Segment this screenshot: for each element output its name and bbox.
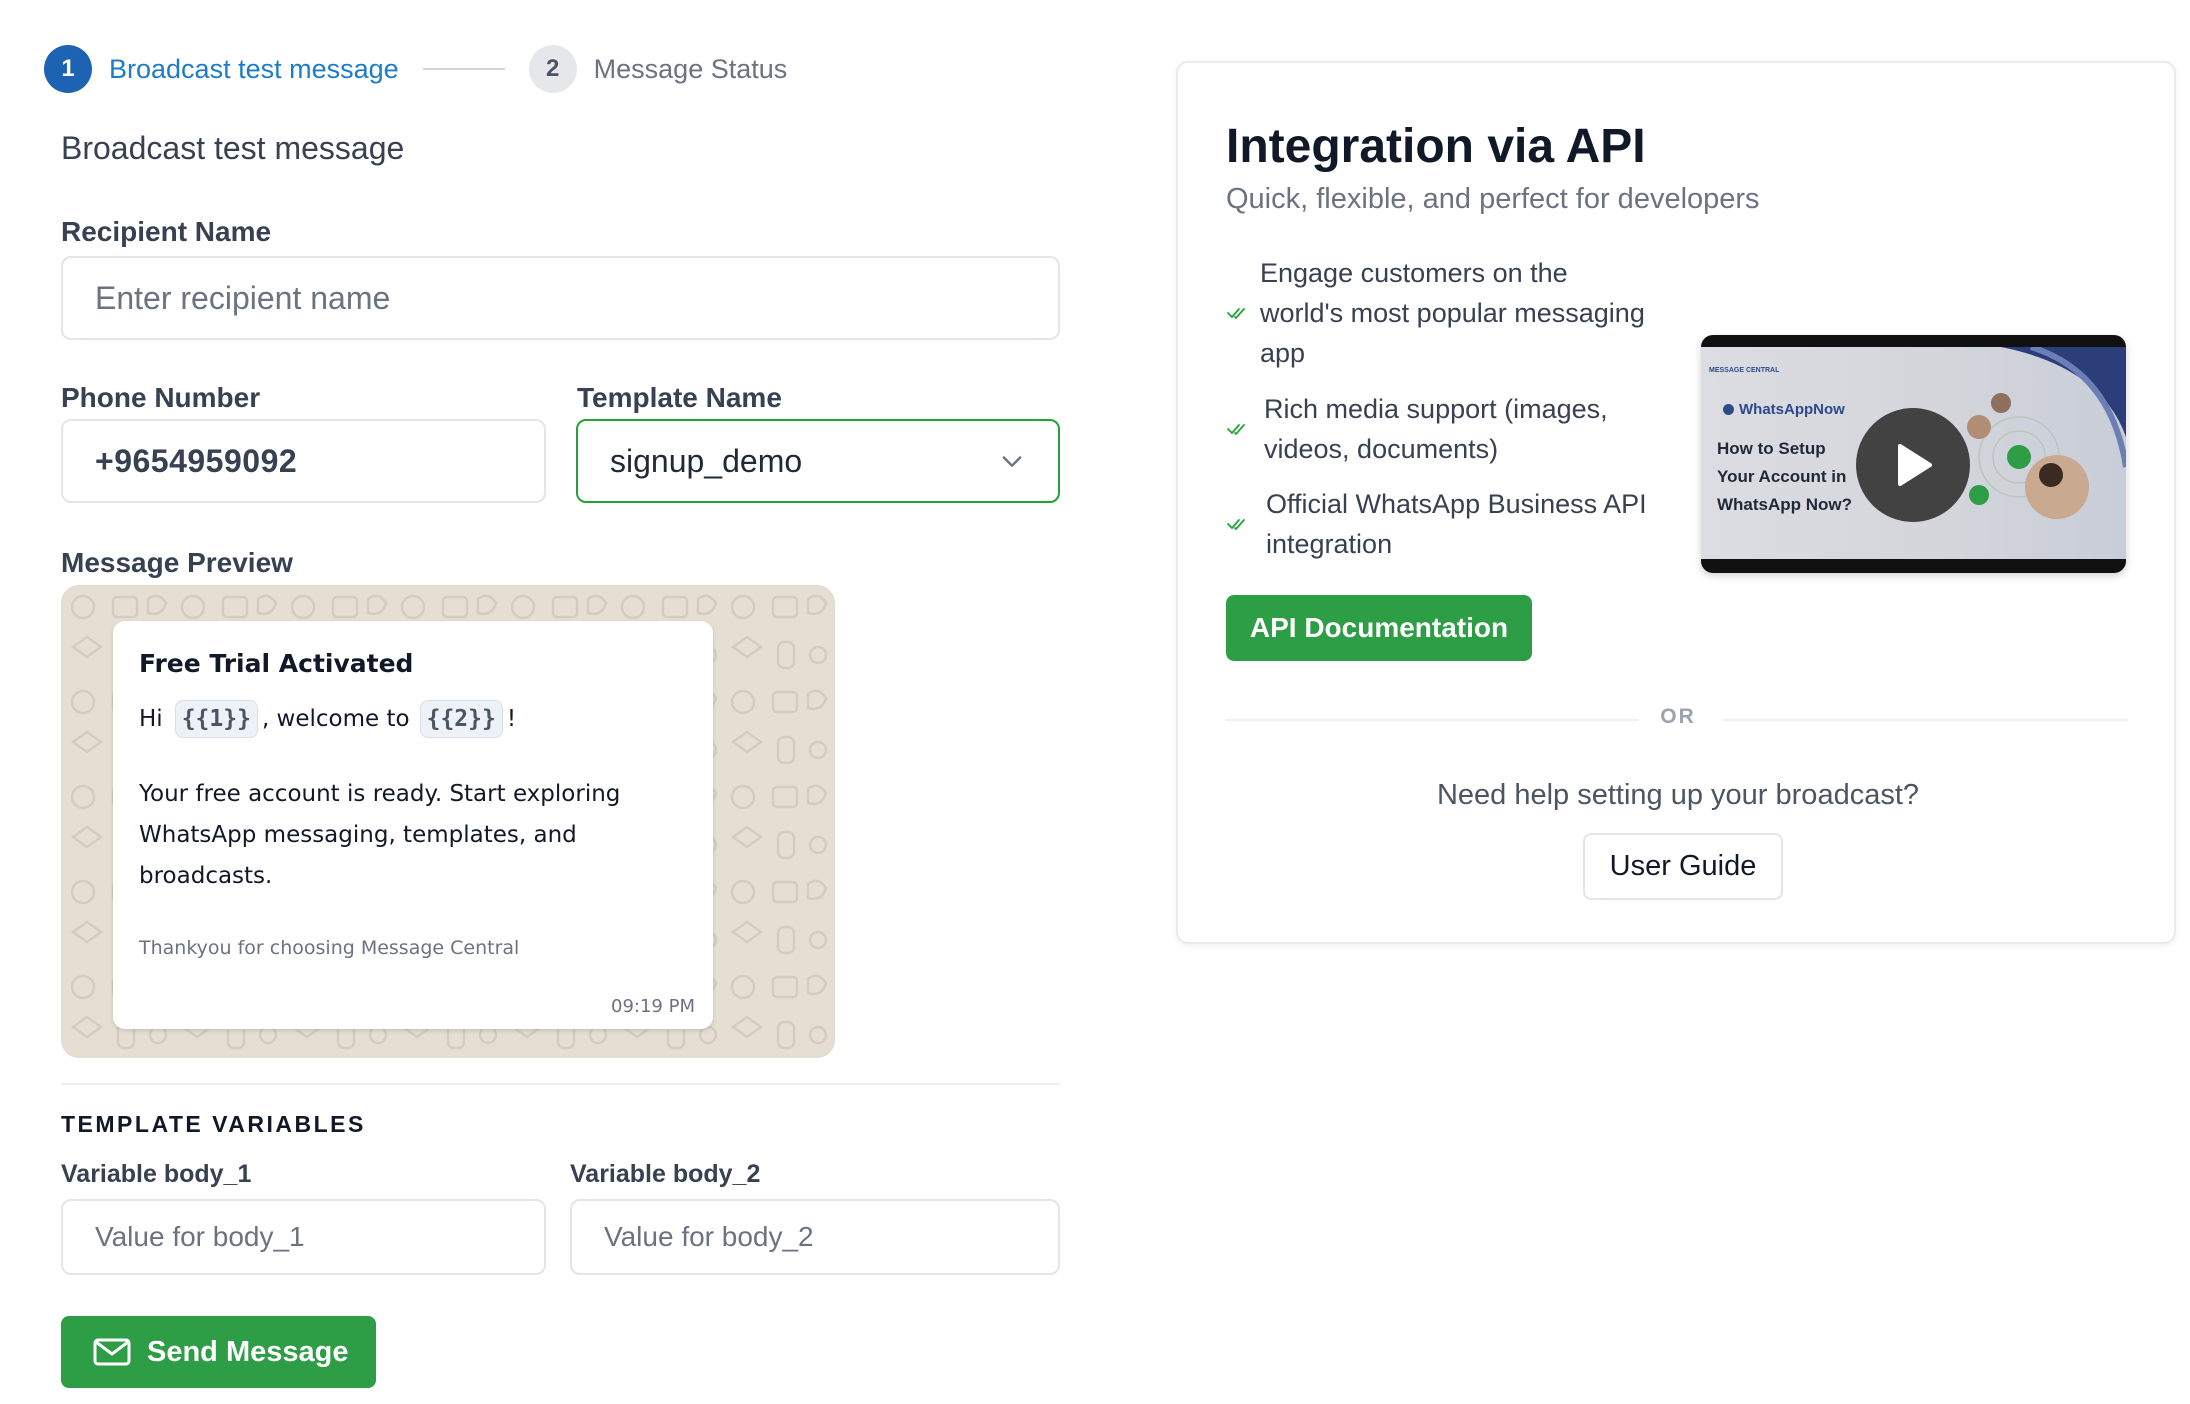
double-check-icon (1227, 308, 1245, 320)
variable-body1-input[interactable] (61, 1199, 546, 1275)
section-divider (61, 1083, 1060, 1085)
card-subtitle: Quick, flexible, and perfect for develop… (1226, 183, 1760, 215)
send-message-button[interactable]: Send Message (61, 1316, 376, 1388)
api-documentation-button[interactable]: API Documentation (1226, 595, 1532, 661)
phone-number-label: Phone Number (61, 382, 261, 413)
feature-text: Engage customers on the world's most pop… (1260, 258, 1645, 368)
brand-logo-icon (1723, 404, 1734, 415)
phone-number-input[interactable] (61, 419, 546, 503)
api-integration-card: Integration via API Quick, flexible, and… (1176, 61, 2176, 944)
message-preview: Free Trial Activated Hi {{1}} , welcome … (61, 585, 835, 1058)
mail-icon (93, 1338, 131, 1366)
double-check-icon (1227, 519, 1245, 531)
video-screen: MESSAGE CENTRAL WhatsAppNow How to Setup… (1701, 347, 2126, 559)
variable-body2-input[interactable] (570, 1199, 1060, 1275)
step-1-label[interactable]: Broadcast test message (109, 54, 399, 85)
bubble-greeting: Hi {{1}} , welcome to {{2}} ! (139, 700, 687, 738)
send-message-label: Send Message (147, 1335, 349, 1368)
greeting-suffix: ! (506, 706, 517, 732)
video-title-line: WhatsApp Now? (1717, 495, 1853, 514)
feature-text: Official WhatsApp Business API integrati… (1266, 489, 1647, 559)
template-name-label: Template Name (577, 382, 782, 413)
greeting-middle: , welcome to (261, 706, 410, 732)
double-check-icon (1227, 424, 1245, 436)
variable-chip-1: {{1}} (174, 700, 258, 738)
step-1-indicator[interactable]: 1 (44, 45, 92, 93)
step-connector (422, 68, 505, 70)
message-preview-label: Message Preview (61, 547, 293, 578)
feature-item: Engage customers on the world's most pop… (1226, 253, 1646, 373)
feature-text: Rich media support (images, videos, docu… (1264, 394, 1608, 464)
bubble-title: Free Trial Activated (139, 649, 414, 678)
bubble-timestamp: 09:19 PM (611, 996, 695, 1017)
stepper: 1 Broadcast test message 2 Message Statu… (44, 44, 787, 94)
video-title: How to Setup Your Account in WhatsApp No… (1717, 435, 1852, 519)
recipient-name-label: Recipient Name (61, 216, 272, 247)
or-label: OR (1660, 705, 1696, 728)
template-variables-title: TEMPLATE VARIABLES (61, 1111, 366, 1137)
step-2-indicator[interactable]: 2 (528, 45, 577, 93)
play-button[interactable] (1856, 408, 1970, 522)
recipient-name-input[interactable] (61, 256, 1060, 340)
template-select[interactable]: signup_demo (576, 419, 1060, 503)
message-bubble: Free Trial Activated Hi {{1}} , welcome … (113, 621, 713, 1029)
step-2-label[interactable]: Message Status (594, 54, 788, 85)
variable-body1-label: Variable body_1 (61, 1160, 252, 1188)
section-title: Broadcast test message (61, 130, 405, 166)
variable-body2-label: Variable body_2 (570, 1160, 761, 1188)
user-guide-button[interactable]: User Guide (1583, 833, 1783, 900)
help-text: Need help setting up your broadcast? (1436, 779, 1920, 811)
template-selected-value: signup_demo (610, 442, 803, 479)
bubble-footer: Thankyou for choosing Message Central (139, 937, 520, 959)
broadcast-page: 1 Broadcast test message 2 Message Statu… (0, 0, 2190, 1404)
tutorial-video-thumbnail[interactable]: MESSAGE CENTRAL WhatsAppNow How to Setup… (1701, 335, 2126, 573)
card-title: Integration via API (1226, 120, 1646, 173)
video-title-line: How to Setup (1717, 439, 1826, 458)
feature-item: Rich media support (images, videos, docu… (1226, 389, 1646, 469)
variable-chip-2: {{2}} (419, 700, 503, 738)
greeting-prefix: Hi (139, 706, 163, 732)
bubble-body: Your free account is ready. Start explor… (139, 781, 621, 889)
video-title-line: Your Account in (1717, 467, 1847, 486)
video-brand-label: WhatsAppNow (1739, 401, 1845, 418)
feature-item: Official WhatsApp Business API integrati… (1226, 484, 1666, 564)
video-brand: WhatsAppNow (1723, 401, 1845, 418)
play-icon (1898, 444, 1932, 486)
chevron-down-icon (1002, 456, 1022, 467)
video-corner-logo: MESSAGE CENTRAL (1709, 367, 1780, 374)
